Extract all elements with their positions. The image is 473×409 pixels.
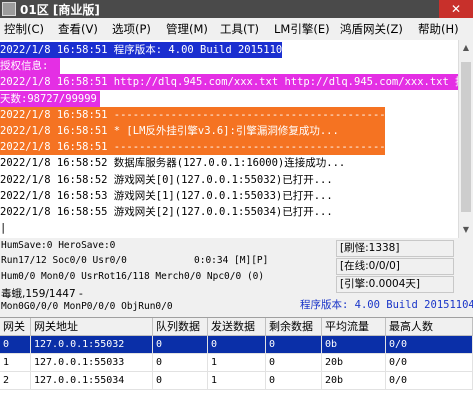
- table-cell: 20b: [322, 354, 386, 372]
- menu-control[interactable]: 控制(C): [4, 21, 44, 37]
- online-box: [在线:0/0/0]: [336, 258, 454, 275]
- table-cell: 0: [266, 372, 322, 390]
- log-line: 2022/1/8 16:58:53 游戏网关[1](127.0.0.1:5503…: [0, 187, 458, 204]
- menu-view[interactable]: 查看(V): [58, 21, 98, 37]
- log-line: 2022/1/8 16:58:51 http://dlq.945.com/xxx…: [0, 74, 458, 91]
- log-scrollbar[interactable]: ▲ ▼: [458, 40, 473, 238]
- status-monster: 毒蛾,159/1447 -: [1, 288, 83, 300]
- table-cell: 0: [208, 336, 266, 354]
- log-line: |: [0, 220, 10, 237]
- status-panel: HumSave:0 HeroSave:0 Run17/12 Soc0/0 Usr…: [0, 238, 473, 316]
- status-mon: Mon0G0/0/0 MonP0/0/0 ObjRun0/0: [1, 301, 173, 312]
- refresh-monster-box: [刷怪:1338]: [336, 240, 454, 257]
- table-cell: 0/0: [386, 336, 473, 354]
- column-header[interactable]: 队列数据: [153, 318, 208, 336]
- table-cell: 0: [153, 372, 208, 390]
- table-cell: 0: [266, 354, 322, 372]
- menu-options[interactable]: 选项(P): [112, 21, 151, 37]
- scroll-thumb[interactable]: [461, 62, 471, 212]
- table-cell: 127.0.0.1:55033: [31, 354, 153, 372]
- menu-lm-engine[interactable]: LM引擎(E): [274, 21, 330, 37]
- gateway-table: 网关 网关地址 队列数据 发送数据 剩余数据 平均流量 最高人数 0 127.0.0.1:550…: [0, 317, 473, 409]
- title-bar: 01区 [商业版] ✕: [0, 0, 473, 18]
- engine-box: [引擎:0.0004天]: [336, 276, 454, 293]
- log-line: 2022/1/8 16:58:51 程序版本: 4.00 Build 20151…: [0, 42, 282, 58]
- menu-bar: 控制(C) 查看(V) 选项(P) 管理(M) 工具(T) LM引擎(E) 鸿盾…: [0, 18, 473, 41]
- column-header[interactable]: 网关地址: [31, 318, 153, 336]
- app-icon: [2, 2, 16, 16]
- log-line: 授权信息:: [0, 58, 60, 75]
- menu-tools[interactable]: 工具(T): [220, 21, 259, 37]
- table-cell: 0/0: [386, 372, 473, 390]
- table-cell: 0: [266, 336, 322, 354]
- table-cell: 0/0: [386, 354, 473, 372]
- table-cell: 20b: [322, 372, 386, 390]
- table-cell: 0: [0, 336, 31, 354]
- status-save: HumSave:0 HeroSave:0: [1, 240, 116, 251]
- menu-gateway[interactable]: 鸿盾网关(Z): [340, 21, 403, 37]
- program-version: 程序版本: 4.00 Build 20151104: [300, 299, 473, 311]
- table-cell: 127.0.0.1:55034: [31, 372, 153, 390]
- log-line: 2022/1/8 16:58:51 ----------------------…: [0, 139, 385, 156]
- table-cell: 1: [208, 354, 266, 372]
- column-header[interactable]: 发送数据: [208, 318, 266, 336]
- status-run: Run17/12 Soc0/0 Usr0/0: [1, 255, 127, 266]
- log-line: 天数:98727/99999: [0, 90, 100, 107]
- menu-help[interactable]: 帮助(H): [418, 21, 459, 37]
- table-cell: 127.0.0.1:55032: [31, 336, 153, 354]
- table-cell: 0: [153, 336, 208, 354]
- scroll-down-icon[interactable]: ▼: [459, 222, 473, 238]
- table-cell: 2: [0, 372, 31, 390]
- log-line: 2022/1/8 16:58:51 * [LM反外挂引擎v3.6]:引擎漏洞修复…: [0, 123, 385, 139]
- log-panel[interactable]: 2022/1/8 16:58:51 程序版本: 4.00 Build 20151…: [0, 40, 458, 238]
- table-cell: 0b: [322, 336, 386, 354]
- table-cell: 0: [153, 354, 208, 372]
- column-header[interactable]: 最高人数: [386, 318, 473, 336]
- log-line: 2022/1/8 16:58:51 ----------------------…: [0, 106, 385, 123]
- column-header[interactable]: 平均流量: [322, 318, 386, 336]
- status-hum: Hum0/0 Mon0/0 UsrRot16/118 Merch0/0 Npc0…: [1, 271, 265, 282]
- column-header[interactable]: 网关: [0, 318, 31, 336]
- log-line: 2022/1/8 16:58:52 数据库服务器(127.0.0.1:16000…: [0, 155, 458, 172]
- status-runtime: 0:0:34 [M][P]: [194, 255, 269, 266]
- log-line: 2022/1/8 16:58:55 游戏网关[2](127.0.0.1:5503…: [0, 204, 458, 220]
- close-button[interactable]: ✕: [439, 0, 473, 18]
- table-cell: 1: [0, 354, 31, 372]
- table-cell: 1: [208, 372, 266, 390]
- menu-manage[interactable]: 管理(M): [166, 21, 208, 37]
- scroll-up-icon[interactable]: ▲: [459, 40, 473, 56]
- log-line: 2022/1/8 16:58:52 游戏网关[0](127.0.0.1:5503…: [0, 171, 458, 188]
- column-header[interactable]: 剩余数据: [266, 318, 322, 336]
- window-title: 01区 [商业版]: [20, 3, 100, 17]
